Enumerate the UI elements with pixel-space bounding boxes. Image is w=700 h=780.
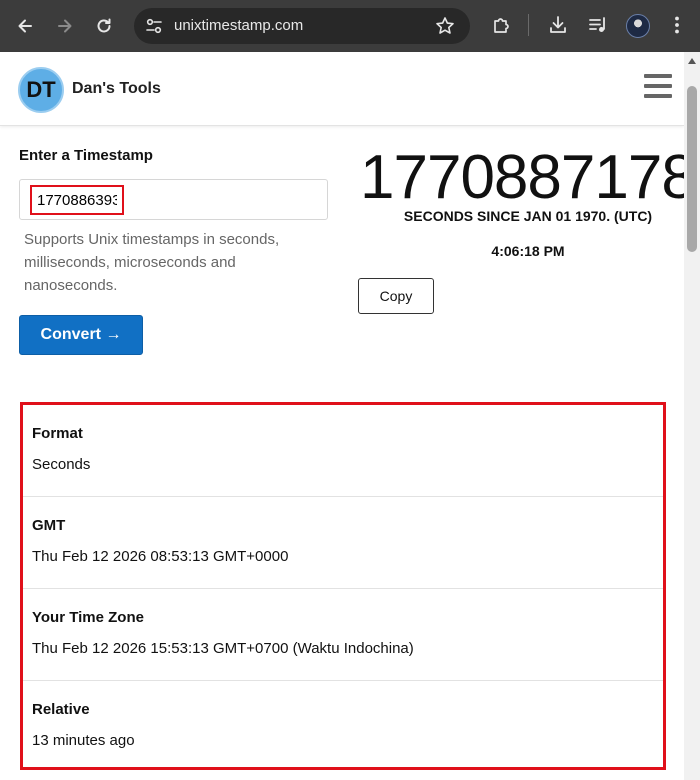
profile-avatar[interactable] (626, 14, 650, 38)
downloads-button[interactable] (546, 13, 570, 37)
timestamp-input-label: Enter a Timestamp (19, 147, 153, 164)
media-queue-icon (589, 17, 605, 32)
toolbar-divider (528, 14, 529, 36)
result-row-timezone: Your Time Zone Thu Feb 12 2026 15:53:13 … (23, 589, 663, 681)
brand-name[interactable]: Dan's Tools (72, 80, 161, 98)
result-value: Seconds (32, 456, 91, 473)
scroll-thumb[interactable] (687, 86, 697, 252)
timestamp-input[interactable] (30, 185, 124, 215)
current-timestamp: 1770887178 (360, 143, 684, 208)
media-control-button[interactable] (586, 13, 610, 37)
result-value: 13 minutes ago (32, 732, 135, 749)
result-label: Relative (32, 701, 90, 718)
conversion-results: Format Seconds GMT Thu Feb 12 2026 08:53… (20, 402, 666, 770)
result-row-relative: Relative 13 minutes ago (23, 681, 663, 773)
reload-icon (97, 18, 111, 33)
logo-text: DT (26, 77, 56, 102)
address-bar[interactable]: unixtimestamp.com (134, 8, 470, 44)
convert-button[interactable]: Convert → (19, 315, 143, 355)
timestamp-caption: SECONDS SINCE JAN 01 1970. (UTC) (403, 208, 653, 224)
browser-toolbar: unixtimestamp.com (0, 0, 700, 52)
reload-button[interactable] (85, 7, 123, 45)
extensions-icon (494, 18, 509, 33)
current-timestamp-container: 1770887178 (350, 138, 684, 208)
hamburger-menu-icon[interactable] (644, 74, 672, 98)
result-row-gmt: GMT Thu Feb 12 2026 08:53:13 GMT+0000 (23, 497, 663, 589)
forward-icon (58, 19, 72, 33)
download-icon (550, 16, 566, 33)
bookmark-star-icon[interactable] (434, 15, 456, 37)
result-value: Thu Feb 12 2026 15:53:13 GMT+0700 (Waktu… (32, 640, 414, 657)
site-settings-icon[interactable] (144, 16, 164, 36)
result-label: Format (32, 425, 83, 442)
input-help-text: Supports Unix timestamps in seconds, mil… (24, 231, 280, 294)
timestamp-input-container[interactable] (19, 179, 328, 220)
page-content: DT Dan's Tools Enter a Timestamp Support… (0, 52, 700, 780)
result-label: GMT (32, 517, 66, 534)
forward-button[interactable] (46, 7, 84, 45)
site-header: DT Dan's Tools (0, 52, 684, 126)
url-text[interactable]: unixtimestamp.com (174, 17, 303, 34)
extensions-button[interactable] (489, 13, 513, 37)
site-logo[interactable]: DT (18, 67, 64, 113)
result-row-format: Format Seconds (23, 405, 663, 497)
scroll-up-arrow-icon[interactable] (688, 58, 696, 64)
back-button[interactable] (6, 7, 44, 45)
current-time: 4:06:18 PM (491, 243, 565, 259)
browser-menu-button[interactable] (665, 13, 689, 37)
result-label: Your Time Zone (32, 609, 144, 626)
back-icon (18, 19, 32, 33)
copy-button[interactable]: Copy (358, 278, 434, 314)
page-scrollbar[interactable] (684, 52, 700, 780)
result-value: Thu Feb 12 2026 08:53:13 GMT+0000 (32, 548, 289, 565)
menu-kebab-icon (675, 16, 679, 34)
